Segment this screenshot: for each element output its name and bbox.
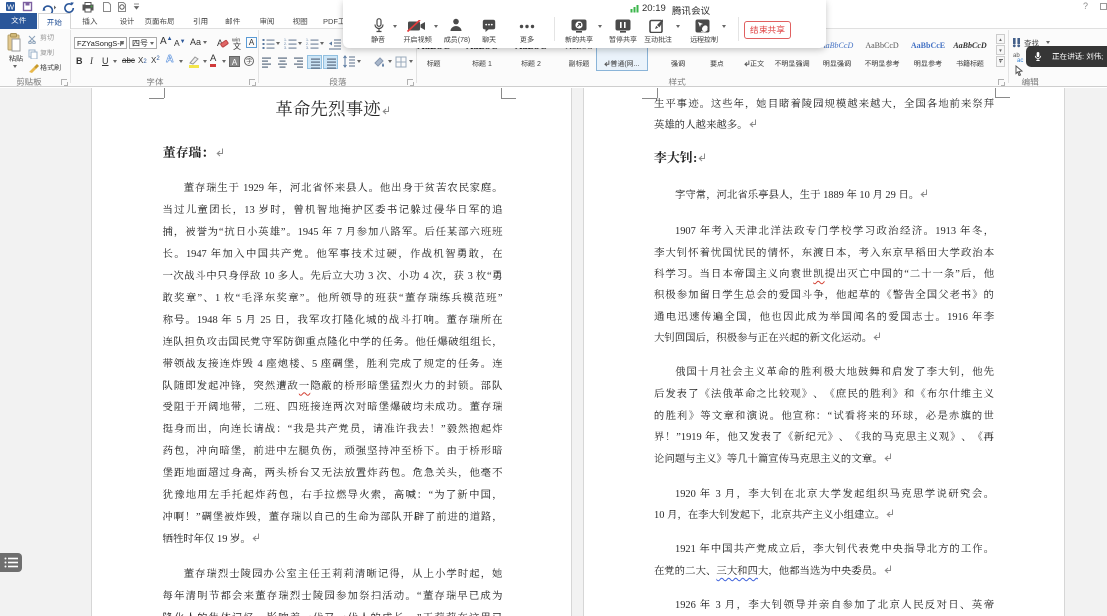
svg-text:ac: ac: [1017, 58, 1023, 62]
svg-text:3.: 3.: [284, 46, 287, 50]
svg-text:3.: 3.: [306, 46, 309, 50]
svg-text:文: 文: [233, 41, 241, 50]
svg-text:W: W: [7, 3, 15, 12]
